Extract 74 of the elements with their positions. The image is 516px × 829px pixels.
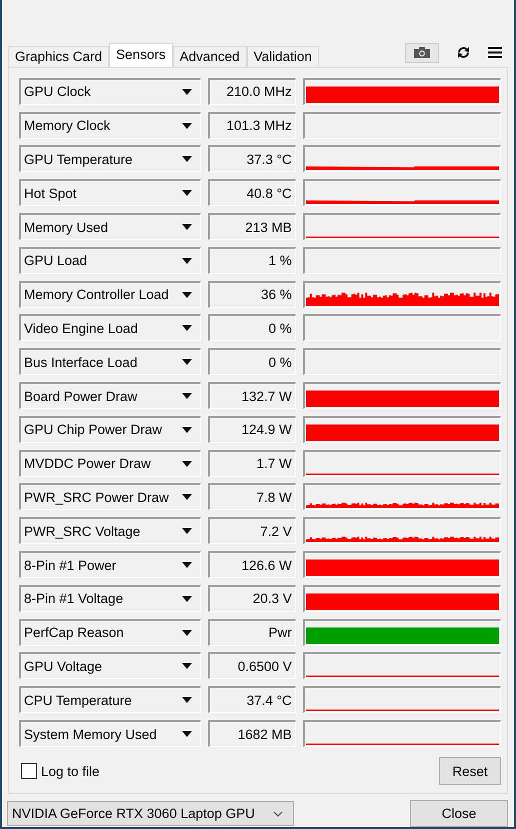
sensor-value: 213 MB [208,213,296,240]
sensor-dropdown[interactable]: Memory Clock [19,112,202,139]
sensor-value: 1.7 W [208,450,296,477]
sensor-dropdown[interactable]: PWR_SRC Voltage [19,517,202,544]
sensor-dropdown[interactable]: Memory Used [19,213,202,240]
sensor-value: 0 % [208,348,296,376]
tab[interactable]: Advanced [172,46,247,67]
gpu-dropdown[interactable]: NVIDIA GeForce RTX 3060 Laptop GPU [7,801,294,826]
sensor-value: 37.3 °C [208,145,296,172]
sensor-dropdown[interactable]: PWR_SRC Power Draw [19,483,202,510]
caret-icon [182,156,192,162]
sensor-dropdown[interactable]: MVDDC Power Draw [19,450,202,477]
sensor-value: 20.3 V [208,584,296,612]
sensor-value: 37.4 °C [208,686,296,714]
caret-icon [182,224,192,230]
sensor-value: 210.0 MHz [208,78,296,105]
sensor-value: 0 % [208,314,296,342]
sensor-value: 132.7 W [208,382,296,410]
caret-icon [182,731,192,737]
sensor-dropdown[interactable]: GPU Chip Power Draw [19,416,202,443]
sensor-value: 36 % [208,280,296,308]
reset-button[interactable]: Reset [439,757,501,785]
caret-icon [182,258,192,264]
sensor-dropdown[interactable]: PerfCap Reason [19,618,202,646]
camera-button[interactable] [405,42,439,63]
tab[interactable]: Validation [246,46,319,67]
sensor-value: 0.6500 V [208,652,296,680]
caret-icon [182,562,192,568]
caret-icon [182,88,192,95]
sensor-dropdown[interactable]: 8-Pin #1 Voltage [19,584,202,612]
sensor-dropdown[interactable]: Board Power Draw [19,382,202,410]
camera-icon [414,47,430,58]
sensor-dropdown[interactable]: GPU Load [19,246,202,274]
sensor-value: 1 % [208,246,296,274]
caret-icon [182,359,192,366]
sensor-dropdown[interactable]: GPU Clock [19,78,202,105]
sensor-value: 126.6 W [208,551,296,578]
sensor-dropdown[interactable]: System Memory Used [19,720,202,747]
chevron-icon [273,810,283,816]
sensor-value: 1682 MB [208,720,296,747]
caret-icon [182,325,192,332]
sensor-dropdown[interactable]: Bus Interface Load [19,348,202,376]
caret-icon [182,528,192,534]
sensor-dropdown[interactable]: 8-Pin #1 Power [19,551,202,578]
sensor-dropdown[interactable]: GPU Voltage [19,652,202,680]
caret-icon [182,596,192,602]
checkbox-label: Log to file [41,764,100,778]
caret-icon [182,663,192,670]
caret-icon [182,630,192,636]
sensor-dropdown[interactable]: Video Engine Load [19,314,202,342]
sensor-dropdown[interactable]: Hot Spot [19,179,202,206]
sensor-value: 40.8 °C [208,179,296,206]
tab[interactable]: Sensors [109,42,173,67]
sensor-value: 124.9 W [208,416,296,443]
caret-icon [182,393,192,400]
close-button[interactable]: Close [410,800,508,827]
caret-icon [182,190,192,196]
caret-icon [182,122,192,129]
sensor-dropdown[interactable]: Memory Controller Load [19,280,202,308]
caret-icon [182,697,192,704]
sensor-value: 7.8 W [208,483,296,510]
sensor-value: 101.3 MHz [208,112,296,139]
refresh-icon[interactable] [457,46,470,60]
caret-icon [182,460,192,467]
checkbox[interactable] [21,763,37,779]
sensor-dropdown[interactable]: GPU Temperature [19,145,202,172]
sensor-dropdown[interactable]: CPU Temperature [19,686,202,714]
caret-icon [182,292,192,298]
sensor-value: 7.2 V [208,517,296,544]
tab[interactable]: Graphics Card [8,46,110,67]
caret-icon [182,494,192,500]
sensor-value: Pwr [208,618,296,646]
menu-icon[interactable] [488,47,502,58]
caret-icon [182,426,192,433]
